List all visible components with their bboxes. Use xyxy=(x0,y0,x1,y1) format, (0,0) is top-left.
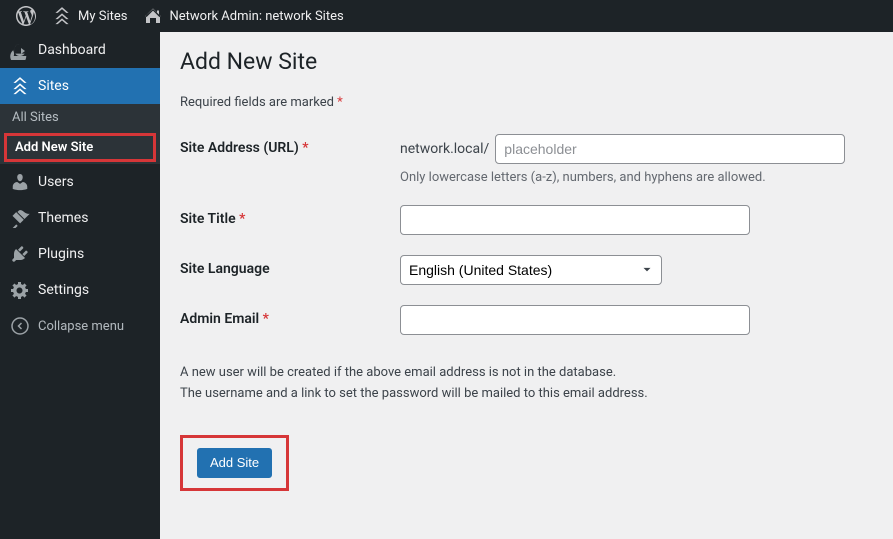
main-content: Add New Site Required fields are marked … xyxy=(160,32,893,539)
adminbar: My Sites Network Admin: network Sites xyxy=(0,0,893,32)
site-title-input[interactable] xyxy=(400,205,750,235)
form-table: Site Address (URL) * network.local/ Only… xyxy=(180,134,873,335)
admin-email-label: Admin Email * xyxy=(180,305,400,327)
submenu-sites: All Sites Add New Site xyxy=(0,104,160,164)
appearance-icon xyxy=(10,208,30,228)
menu-settings-label: Settings xyxy=(38,282,89,298)
admin-sidebar: Dashboard Sites All Sites Add New Site U… xyxy=(0,32,160,539)
users-icon xyxy=(10,172,30,192)
admin-email-input[interactable] xyxy=(400,305,750,335)
menu-settings[interactable]: Settings xyxy=(0,272,160,308)
site-language-label: Site Language xyxy=(180,255,400,277)
url-help-text: Only lowercase letters (a-z), numbers, a… xyxy=(400,170,873,185)
home-icon xyxy=(143,6,163,26)
submenu-add-new-site[interactable]: Add New Site xyxy=(4,133,156,162)
menu-users[interactable]: Users xyxy=(0,164,160,200)
menu-sites[interactable]: Sites xyxy=(0,68,160,104)
adminbar-my-sites-label: My Sites xyxy=(78,9,127,24)
menu-sites-label: Sites xyxy=(38,78,69,94)
submenu-all-sites[interactable]: All Sites xyxy=(0,104,160,131)
site-title-label: Site Title * xyxy=(180,205,400,227)
menu-users-label: Users xyxy=(38,174,74,190)
settings-icon xyxy=(10,280,30,300)
menu-dashboard-label: Dashboard xyxy=(38,42,106,58)
required-note: Required fields are marked * xyxy=(180,95,873,110)
page-title: Add New Site xyxy=(180,48,873,75)
adminbar-network-admin[interactable]: Network Admin: network Sites xyxy=(135,0,351,32)
site-address-input[interactable] xyxy=(495,134,845,164)
adminbar-network-label: Network Admin: network Sites xyxy=(169,9,343,24)
adminbar-wp-logo[interactable] xyxy=(8,0,44,32)
collapse-label: Collapse menu xyxy=(38,319,124,334)
collapse-menu[interactable]: Collapse menu xyxy=(0,308,160,344)
multisite-icon xyxy=(10,76,30,96)
menu-dashboard[interactable]: Dashboard xyxy=(0,32,160,68)
site-language-select[interactable]: English (United States) xyxy=(400,255,662,285)
adminbar-my-sites[interactable]: My Sites xyxy=(44,0,135,32)
menu-plugins[interactable]: Plugins xyxy=(0,236,160,272)
menu-themes[interactable]: Themes xyxy=(0,200,160,236)
menu-themes-label: Themes xyxy=(38,210,88,226)
collapse-icon xyxy=(10,316,30,336)
plugins-icon xyxy=(10,244,30,264)
multisite-icon xyxy=(52,6,72,26)
wordpress-logo-icon xyxy=(16,6,36,26)
description-text: A new user will be created if the above … xyxy=(180,363,873,405)
url-prefix: network.local/ xyxy=(400,141,489,157)
dashboard-icon xyxy=(10,40,30,60)
add-site-button[interactable]: Add Site xyxy=(197,448,272,478)
submit-highlight: Add Site xyxy=(180,435,289,491)
site-address-label: Site Address (URL) * xyxy=(180,134,400,156)
menu-plugins-label: Plugins xyxy=(38,246,84,262)
